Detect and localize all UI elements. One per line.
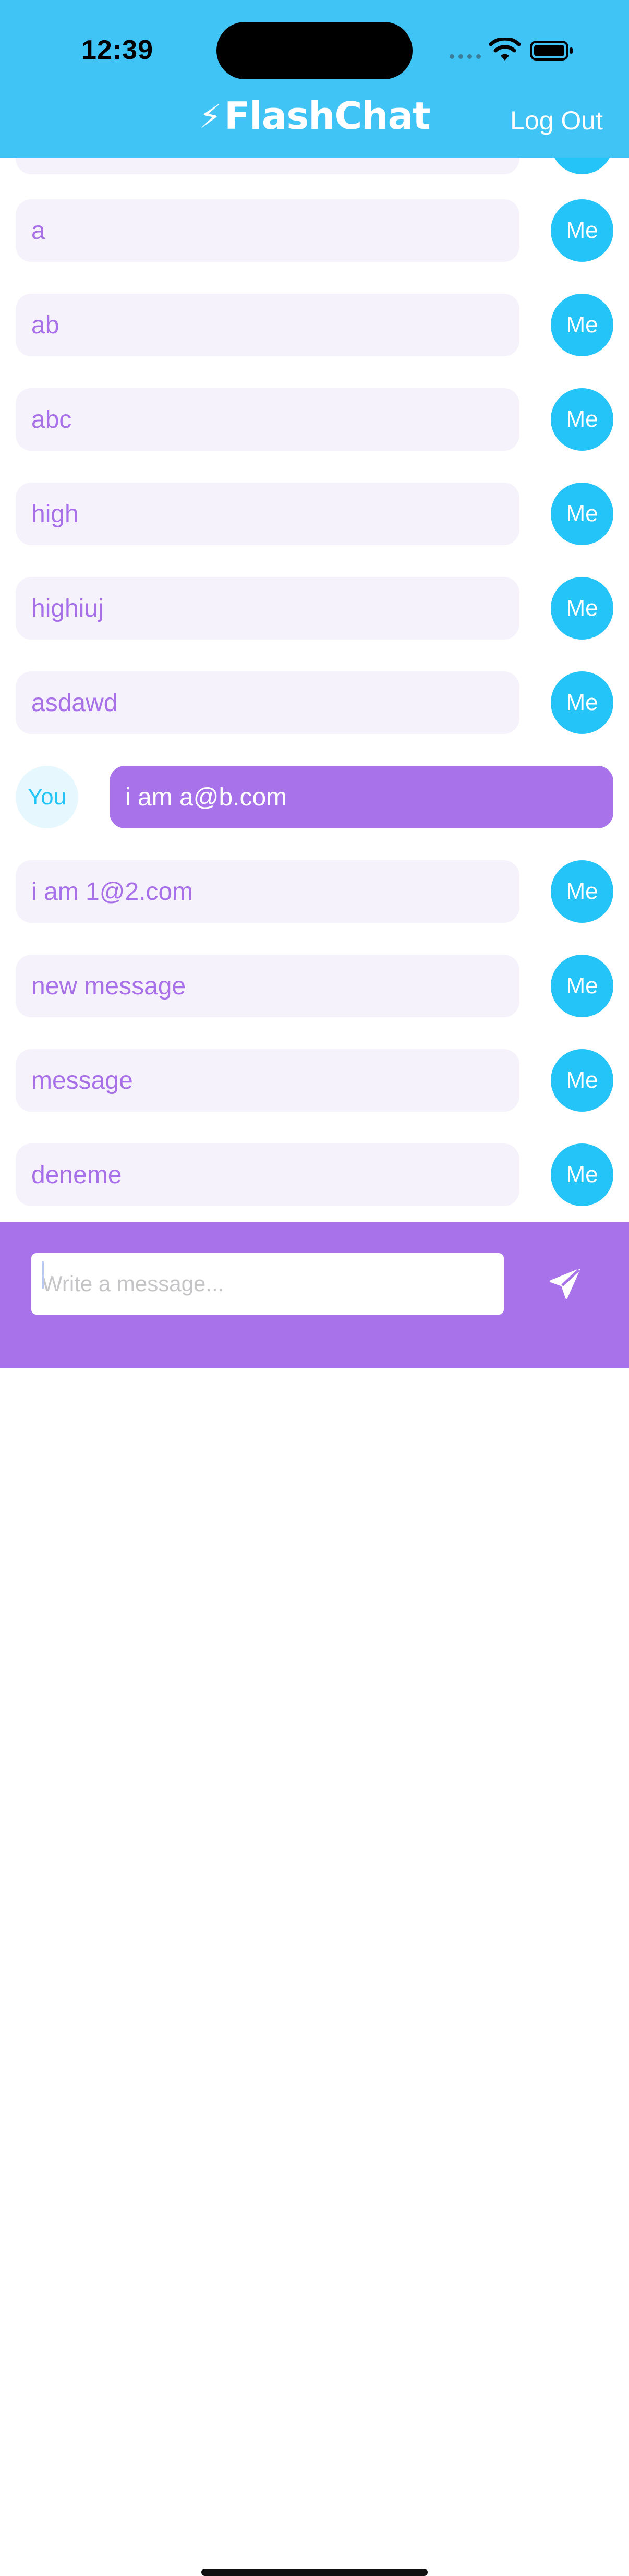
avatar-me: Me	[551, 1049, 613, 1112]
message-bubble: abc	[16, 388, 519, 451]
message-text: highiuj	[31, 594, 104, 622]
wifi-icon	[489, 38, 521, 61]
message-bubble: new message	[16, 955, 519, 1017]
message-bubble-incoming: i am a@b.com	[110, 766, 613, 828]
message-bubble: a	[16, 199, 519, 262]
message-row: new message Me	[0, 955, 629, 1017]
message-composer	[0, 1222, 629, 2576]
message-row: deneme Me	[0, 1143, 629, 1206]
message-text: ab	[31, 311, 59, 339]
message-row: high Me	[0, 483, 629, 545]
message-text: asdawd	[31, 689, 118, 717]
message-text: new message	[31, 972, 186, 1000]
message-bubble: i am 1@2.com	[16, 860, 519, 923]
status-time: 12:39	[81, 35, 153, 65]
message-row-incoming: You i am a@b.com	[0, 766, 629, 828]
avatar-me: Me	[551, 158, 613, 174]
message-row: highiuj Me	[0, 577, 629, 640]
message-bubble: deneme	[16, 1143, 519, 1206]
message-text: abc	[31, 405, 72, 434]
battery-icon	[530, 41, 573, 61]
message-bubble: ab	[16, 294, 519, 356]
lightning-icon: ⚡	[199, 98, 222, 136]
message-bubble: message	[16, 1049, 519, 1112]
logout-button[interactable]: Log Out	[510, 105, 603, 136]
avatar-you: You	[16, 766, 78, 828]
message-bubble: high	[16, 483, 519, 545]
avatar-me: Me	[551, 577, 613, 640]
message-bubble: asdawd	[16, 671, 519, 734]
avatar-me: Me	[551, 955, 613, 1017]
avatar-me: Me	[551, 671, 613, 734]
avatar-me: Me	[551, 294, 613, 356]
cellular-signal-icon	[450, 52, 482, 59]
message-text: message	[31, 1066, 133, 1094]
avatar-me: Me	[551, 860, 613, 923]
avatar-me: Me	[551, 1143, 613, 1206]
message-text: i am 1@2.com	[31, 877, 193, 906]
message-list[interactable]: Me a Me ab Me abc Me high Me highiuj Me …	[0, 158, 629, 1222]
message-bubble	[16, 158, 519, 174]
avatar-me: Me	[551, 388, 613, 451]
avatar-me: Me	[551, 483, 613, 545]
avatar-me: Me	[551, 199, 613, 262]
message-row: i am 1@2.com Me	[0, 860, 629, 923]
app-title-text: FlashChat	[224, 94, 431, 138]
message-text: high	[31, 500, 79, 528]
home-indicator	[201, 2569, 428, 2576]
message-row: asdawd Me	[0, 671, 629, 734]
message-bubble: highiuj	[16, 577, 519, 640]
message-row: Me	[0, 158, 629, 174]
message-row: abc Me	[0, 388, 629, 451]
message-text: i am a@b.com	[125, 783, 287, 811]
paper-plane-icon[interactable]	[549, 1268, 581, 1300]
message-row: a Me	[0, 199, 629, 262]
message-input[interactable]	[31, 1253, 504, 1315]
message-row: ab Me	[0, 294, 629, 356]
message-text: deneme	[31, 1161, 122, 1189]
navigation-bar: 12:39 ⚡FlashChat Log Out	[0, 0, 629, 158]
message-text: a	[31, 216, 45, 245]
dynamic-island	[216, 22, 413, 79]
message-row: message Me	[0, 1049, 629, 1112]
text-cursor	[42, 1261, 44, 1289]
